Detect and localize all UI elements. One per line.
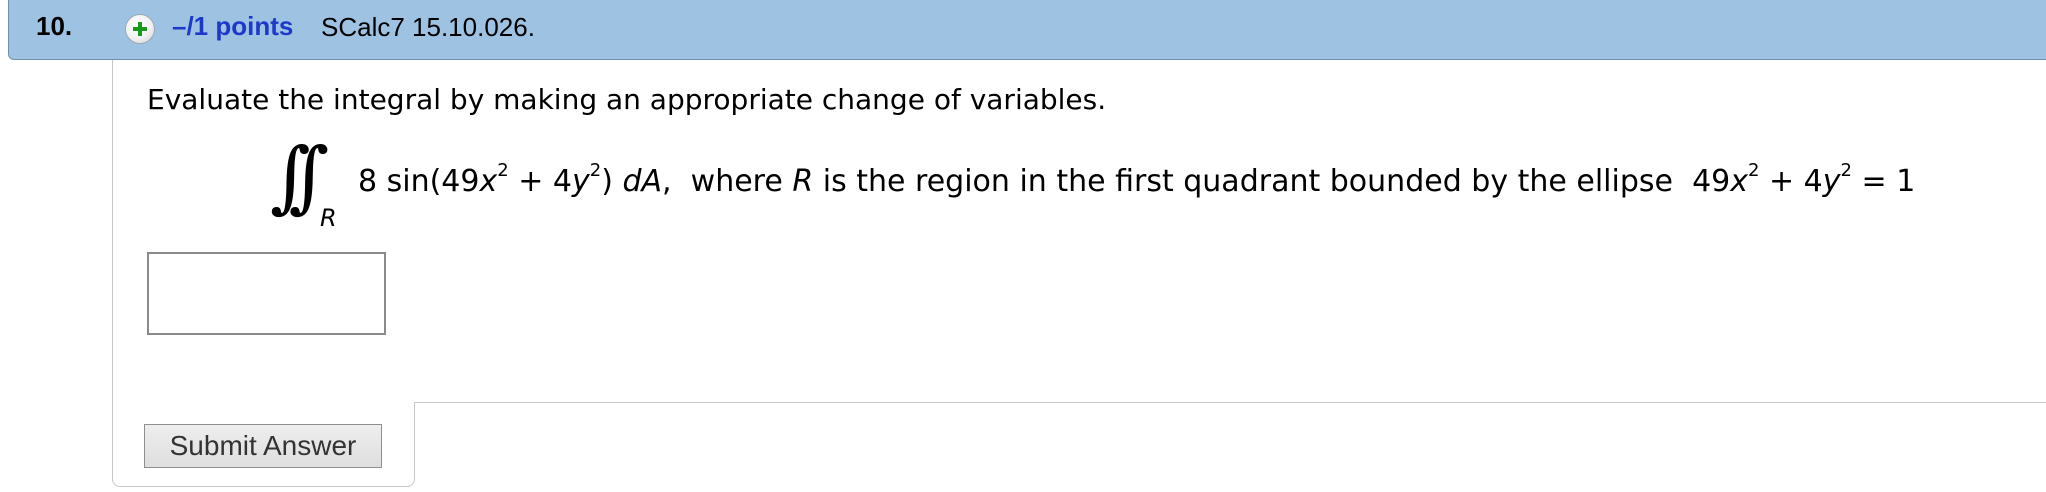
exponent: 2 bbox=[497, 160, 509, 181]
var-y: y bbox=[1822, 164, 1841, 199]
double-integral-symbol: ∫∫ bbox=[270, 132, 329, 222]
differential-dA: dA bbox=[622, 164, 663, 199]
region-R: R bbox=[792, 164, 814, 199]
var-x: x bbox=[1730, 164, 1749, 199]
submit-answer-button[interactable]: Submit Answer bbox=[144, 424, 382, 468]
divider bbox=[415, 402, 2046, 403]
close-paren: ) bbox=[601, 164, 623, 199]
points-label: –/1 points bbox=[172, 11, 294, 41]
comma: , bbox=[662, 164, 672, 199]
ellipse-plus: + 4 bbox=[1759, 164, 1823, 199]
plus-icon bbox=[133, 22, 147, 36]
answer-input[interactable] bbox=[147, 252, 386, 335]
integrand-and-condition: 8 sin(49x2 + 4y2) dA, where R is the reg… bbox=[358, 160, 1916, 199]
ellipse-equals: = 1 bbox=[1851, 164, 1916, 199]
question-number: 10. bbox=[36, 11, 73, 41]
exponent: 2 bbox=[1840, 160, 1852, 181]
integrand-coefficient: 8 sin(49 bbox=[358, 164, 480, 199]
exponent: 2 bbox=[1748, 160, 1760, 181]
plus-circle-icon[interactable] bbox=[125, 14, 155, 44]
exponent: 2 bbox=[589, 160, 602, 181]
region-subscript: R bbox=[320, 204, 337, 232]
plus-term: + 4 bbox=[508, 164, 572, 199]
region-description: is the region in the first quadrant boun… bbox=[813, 164, 1683, 199]
question-prompt: Evaluate the integral by making an appro… bbox=[147, 83, 1107, 116]
question-header: 10. –/1 points SCalc7 15.10.026. bbox=[8, 0, 2046, 60]
ellipse-coeff: 49 bbox=[1692, 164, 1731, 199]
var-x: x bbox=[479, 164, 498, 199]
where-text: where bbox=[690, 164, 793, 199]
var-y: y bbox=[572, 164, 590, 199]
integral-expression: ∫∫ R 8 sin(49x2 + 4y2) dA, where R is th… bbox=[270, 130, 2030, 240]
question-id: SCalc7 15.10.026. bbox=[321, 12, 535, 42]
